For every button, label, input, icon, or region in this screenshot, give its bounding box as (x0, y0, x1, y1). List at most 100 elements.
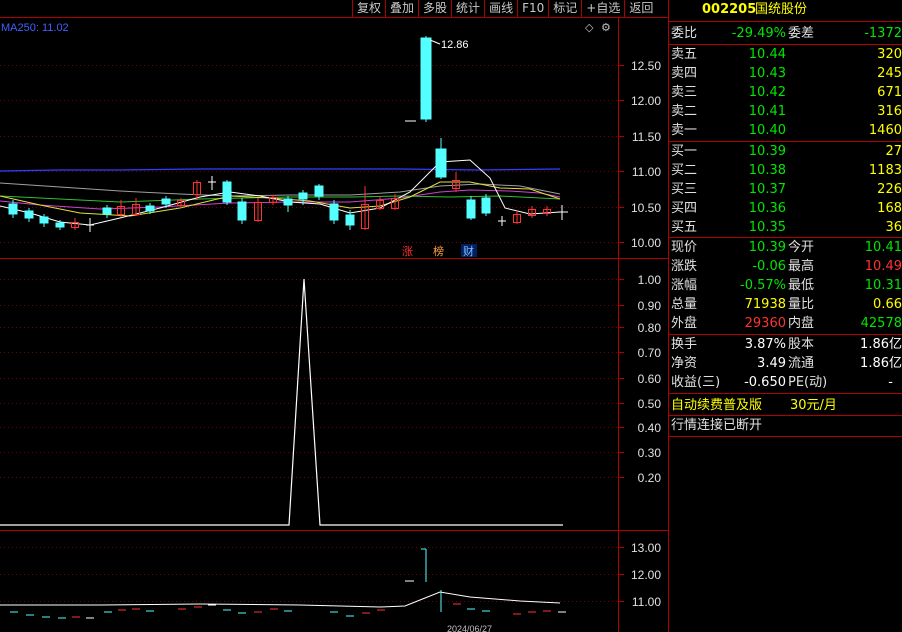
ask-row: 卖四 10.43 245 (669, 64, 902, 83)
marker-finance[interactable]: 财 (463, 244, 474, 258)
bid-volume: 36 (885, 220, 902, 235)
ask-row: 卖五 10.44 320 (669, 45, 902, 64)
bid-volume: 168 (877, 201, 902, 216)
ask-volume: 245 (877, 66, 902, 81)
ask-volume: 671 (877, 85, 902, 100)
ask-row: 卖二 10.41 316 (669, 102, 902, 121)
stat-label: 流通 (788, 356, 815, 371)
fund-row-eps: 收益(三) -0.650 PE(动) - (669, 373, 902, 392)
stat-label: 外盘 (671, 316, 698, 331)
stat-row-pct: 涨幅 -0.57% 最低 10.31 (669, 276, 902, 295)
ask-row: 卖三 10.42 671 (669, 83, 902, 102)
stat-label: 总量 (671, 297, 698, 312)
marker-dragon-tiger-list[interactable]: 榜 (433, 244, 444, 258)
bid-price: 10.39 (748, 144, 786, 159)
stat-label: 涨幅 (671, 278, 698, 293)
promo-link[interactable]: 自动续费普及版 30元/月 (669, 396, 902, 415)
ma-line-yellow (0, 181, 561, 217)
bid-price: 10.37 (748, 182, 786, 197)
weibi-label: 委比 (671, 26, 698, 41)
bid-row: 买五 10.35 36 (669, 218, 902, 237)
ask-price: 10.43 (748, 66, 786, 81)
bid-price: 10.35 (748, 220, 786, 235)
bid-price: 10.36 (748, 201, 786, 216)
stat-label: 现价 (671, 240, 698, 255)
ask-volume: 316 (877, 104, 902, 119)
weibi-row: 委比 -29.49% 委差 -1372 (669, 24, 902, 43)
promo-price[interactable]: 30元/月 (790, 396, 837, 415)
promo-text[interactable]: 自动续费普及版 (671, 396, 762, 415)
volume-ratio: 0.66 (873, 297, 902, 312)
stat-label: 股本 (788, 337, 815, 352)
price-axis-label: 11.50 (632, 130, 661, 144)
quote-panel: 002205 国统股份 委比 -29.49% 委差 -1372 卖五 10.44… (668, 0, 902, 632)
stat-label: 收益(三) (671, 375, 721, 390)
ask-row: 卖一 10.40 1460 (669, 121, 902, 140)
price-change: -0.06 (752, 259, 786, 274)
stock-name: 国统股份 (755, 2, 808, 17)
total-shares: 1.86亿 (860, 337, 902, 352)
turnover-rate: 3.87% (744, 337, 786, 352)
settings-icon[interactable]: ⚙ (601, 21, 611, 34)
ask-price: 10.41 (748, 104, 786, 119)
stat-label: 涨跌 (671, 259, 698, 274)
stat-row-volume: 总量 71938 量比 0.66 (669, 295, 902, 314)
bid-label: 买三 (671, 182, 698, 197)
indicator-axis-label: 0.50 (638, 397, 662, 411)
indicator-axis-label: 0.80 (638, 321, 662, 335)
kline-chart[interactable]: 12.50 12.00 11.50 11.00 10.50 10.00 1.00… (0, 0, 668, 632)
stat-label: PE(动) (788, 375, 828, 390)
bid-label: 买四 (671, 201, 698, 216)
bid-volume: 226 (877, 182, 902, 197)
marker-limit-up[interactable]: 涨 (402, 245, 413, 258)
bottom-date-label: 2024/06/27 (447, 624, 492, 632)
stat-label: 净资 (671, 356, 698, 371)
lower-axis-label: 12.00 (631, 568, 661, 582)
ask-volume: 1460 (868, 123, 902, 138)
current-price: 10.39 (748, 240, 786, 255)
ma250-label: MA250: 11.02 (1, 22, 69, 34)
indicator-axis-label: 0.40 (638, 421, 662, 435)
ask-label: 卖一 (671, 123, 698, 138)
stock-code: 002205 (702, 2, 757, 17)
low-price: 10.31 (864, 278, 902, 293)
bid-row: 买一 10.39 27 (669, 142, 902, 161)
change-percent: -0.57% (740, 278, 786, 293)
indicator-line (0, 278, 563, 526)
outer-volume: 29360 (744, 316, 786, 331)
pe-value: - (888, 375, 893, 390)
ma-line-gray (0, 182, 561, 197)
stat-label: 换手 (671, 337, 698, 352)
weicha-value: -1372 (864, 26, 902, 41)
price-axis-label: 10.00 (631, 236, 661, 250)
inner-volume: 42578 (860, 316, 902, 331)
net-asset: 3.49 (757, 356, 786, 371)
lower-mini-chart (0, 548, 566, 619)
stat-row-inout: 外盘 29360 内盘 42578 (669, 314, 902, 333)
ask-label: 卖二 (671, 104, 698, 119)
stat-row-current: 现价 10.39 今开 10.41 (669, 238, 902, 257)
connection-status-text: 行情连接已断开 (671, 418, 763, 433)
price-axis-label: 12.50 (631, 59, 661, 73)
indicator-axis-label: 0.30 (638, 446, 662, 460)
price-axis-label: 12.00 (631, 94, 661, 108)
diamond-icon[interactable]: ◇ (585, 21, 594, 34)
ask-label: 卖三 (671, 85, 698, 100)
bid-price: 10.38 (748, 163, 786, 178)
indicator-axis-label: 0.90 (638, 299, 662, 313)
indicator-axis-label: 0.70 (638, 346, 662, 360)
indicator-axis-label: 0.60 (638, 372, 662, 386)
bid-label: 买二 (671, 163, 698, 178)
total-volume: 71938 (744, 297, 786, 312)
stat-label: 最低 (788, 278, 815, 293)
ask-price: 10.42 (748, 85, 786, 100)
price-axis-label: 11.00 (632, 165, 661, 179)
ma250-line (0, 168, 561, 172)
stat-label: 最高 (788, 259, 815, 274)
bid-volume: 27 (885, 144, 902, 159)
float-shares: 1.86亿 (860, 356, 902, 371)
fund-row-netasset: 净资 3.49 流通 1.86亿 (669, 354, 902, 373)
connection-status: 行情连接已断开 (669, 416, 902, 435)
bid-row: 买三 10.37 226 (669, 180, 902, 199)
ask-volume: 320 (877, 47, 902, 62)
